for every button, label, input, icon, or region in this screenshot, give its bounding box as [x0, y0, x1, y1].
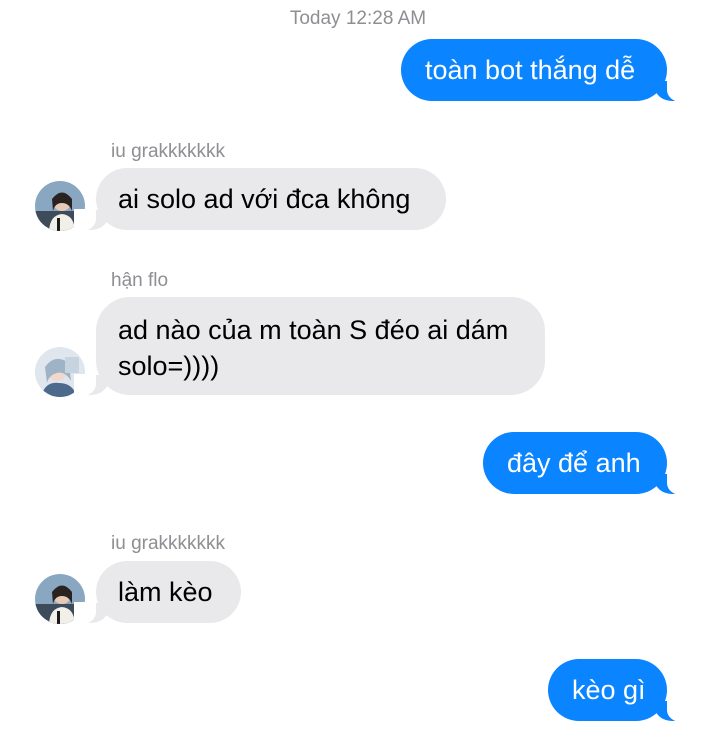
incoming-message-bubble[interactable]: ad nào của m toàn S đéo ai dám solo=)))) [74, 297, 545, 396]
incoming-message-bubble[interactable]: làm kèo [74, 561, 241, 624]
incoming-message-bubble[interactable]: ai solo ad với đca không [74, 168, 446, 231]
outgoing-message-bubble[interactable]: đây để anh [483, 432, 689, 495]
sender-name: hận flo [111, 270, 169, 291]
outgoing-message-bubble[interactable]: kèo gì [548, 659, 689, 722]
timestamp: Today 12:28 AM [289, 8, 427, 29]
sender-name: iu grakkkkkkk [111, 533, 226, 554]
sender-name: iu grakkkkkkk [111, 141, 226, 162]
outgoing-message-bubble[interactable]: toàn bot thắng dễ [401, 39, 689, 102]
